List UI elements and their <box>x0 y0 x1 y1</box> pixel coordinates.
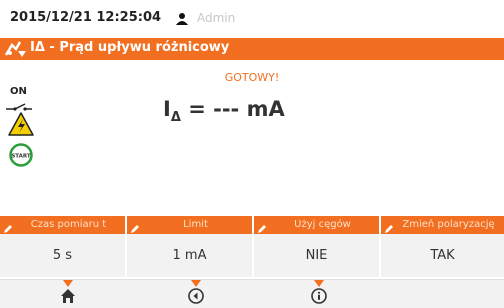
param-limit[interactable]: Limit 1 mA <box>127 216 252 279</box>
home-icon <box>60 288 76 308</box>
param-use-clamps[interactable]: Użyj cęgów NIE <box>254 216 379 279</box>
rcd-icon <box>4 39 28 63</box>
info-icon <box>310 288 327 308</box>
param-change-polarity[interactable]: Zmień polaryzację TAK <box>381 216 504 279</box>
reading-value: = --- mA <box>180 97 285 121</box>
home-button[interactable] <box>20 280 115 308</box>
param-header: Czas pomiaru t <box>0 216 125 234</box>
param-value: 5 s <box>0 234 125 277</box>
nav-marker <box>313 280 324 287</box>
param-value: NIE <box>254 234 379 277</box>
on-label: ON <box>10 86 27 97</box>
param-value: 1 mA <box>127 234 252 277</box>
reading-subscript: Δ <box>170 110 181 126</box>
ready-status: GOTOWY! <box>224 71 280 84</box>
param-header: Limit <box>127 216 252 234</box>
title-bar: IΔ - Prąd upływu różnicowy <box>0 38 504 60</box>
param-header: Zmień polaryzację <box>381 216 504 234</box>
param-label: Zmień polaryzację <box>402 219 495 230</box>
status-bar: 2015/12/21 12:25:04 Admin <box>0 0 504 38</box>
param-label: Użyj cęgów <box>294 219 351 230</box>
info-button[interactable] <box>271 280 366 308</box>
back-icon <box>187 288 204 308</box>
parameter-bar: Czas pomiaru t 5 s Limit 1 mA Użyj cęgów… <box>0 216 504 279</box>
high-voltage-warning-icon <box>8 112 34 140</box>
measurement-reading: IΔ = --- mA <box>163 97 285 125</box>
svg-text:START: START <box>11 154 31 160</box>
user-name: Admin <box>197 11 236 25</box>
nav-marker <box>62 280 73 287</box>
start-button[interactable]: START <box>9 143 33 171</box>
back-button[interactable] <box>148 280 243 308</box>
datetime: 2015/12/21 12:25:04 <box>10 10 162 25</box>
param-value: TAK <box>381 234 504 277</box>
user-icon <box>175 11 189 30</box>
reading-symbol: I <box>163 97 171 121</box>
param-label: Limit <box>183 219 208 230</box>
nav-bar <box>0 279 504 308</box>
param-label: Czas pomiaru t <box>30 219 107 230</box>
screen-title: IΔ - Prąd upływu różnicowy <box>30 40 230 55</box>
nav-marker <box>190 280 201 287</box>
param-header: Użyj cęgów <box>254 216 379 234</box>
param-measurement-time[interactable]: Czas pomiaru t 5 s <box>0 216 125 279</box>
